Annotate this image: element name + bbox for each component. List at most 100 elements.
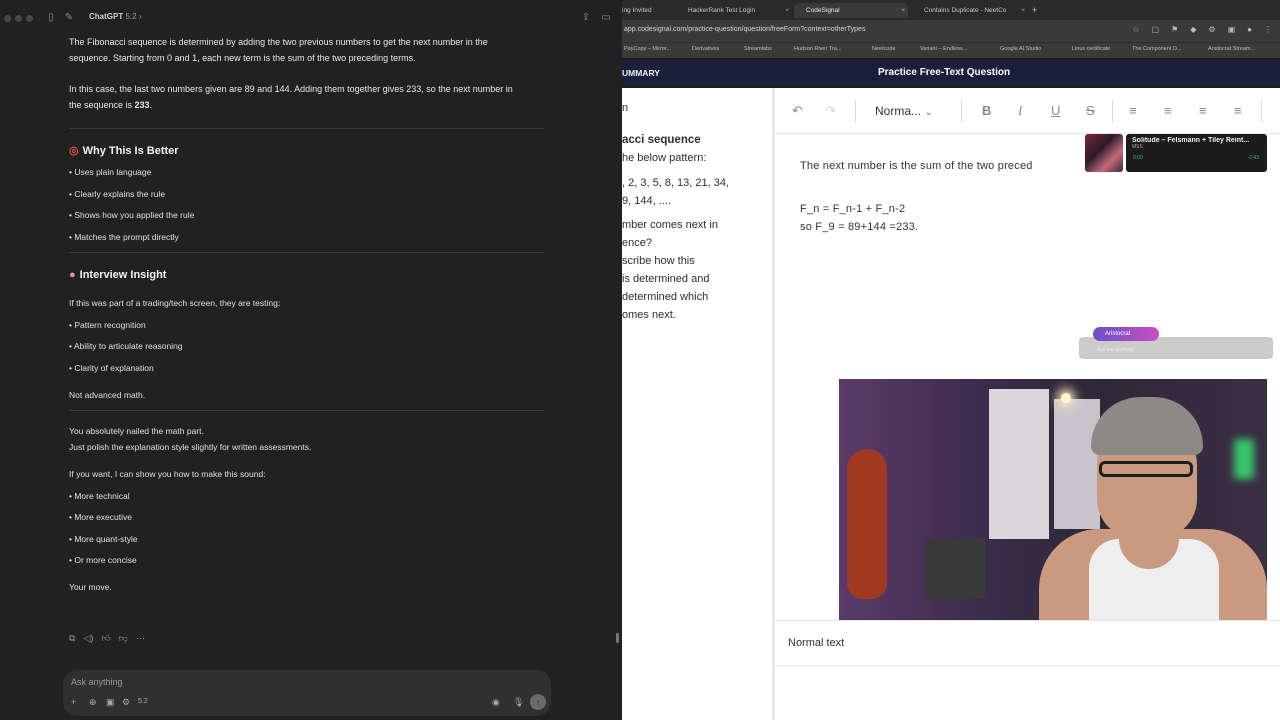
aristocrat-prompt: Ask me anything xyxy=(1097,347,1134,353)
tab-codesignal[interactable]: CodeSignal × xyxy=(794,3,908,18)
microphone-icon[interactable]: 🎙︎ xyxy=(513,697,524,708)
answer-prefix: the sequence is xyxy=(69,100,135,110)
question-line: , 2, 3, 5, 8, 13, 21, 34, xyxy=(622,177,730,189)
more-icon[interactable]: ⋯ xyxy=(136,633,145,644)
tab-neetcode[interactable]: Contains Duplicate - NeetCo × xyxy=(912,3,1028,18)
sidebar-toggle-icon[interactable]: ▯ xyxy=(45,12,57,24)
editor-line[interactable]: so F_9 = 89+144 =233. xyxy=(800,221,918,233)
divider xyxy=(69,252,544,253)
url-text[interactable]: app.codesignal.com/practice-question/que… xyxy=(624,26,865,33)
editor-line[interactable]: The next number is the sum of the two pr… xyxy=(800,160,1033,172)
question-line: omes next. xyxy=(622,309,676,321)
globe-icon[interactable]: ⊕ xyxy=(89,697,97,708)
thumbs-down-icon[interactable]: 👎︎ xyxy=(119,633,128,644)
question-line: 9, 144, .... xyxy=(622,195,671,207)
chatgpt-window: ▯ ✎ ChatGPT 5.2 › ⇪ ▭ The Fibonacci sequ… xyxy=(0,0,622,720)
offer-text: If you want, I can show you how to make … xyxy=(69,469,266,479)
address-bar[interactable]: app.codesignal.com/practice-question/que… xyxy=(622,20,1280,42)
message-actions: ⧉ ◁) 👍︎ 👎︎ ⋯ xyxy=(69,633,145,644)
target-icon: ◎ xyxy=(69,145,79,157)
thumbs-up-icon[interactable]: 👍︎ xyxy=(101,633,110,644)
voice-mode-icon[interactable]: ◉ xyxy=(492,697,500,708)
question-line: he below pattern: xyxy=(622,152,707,164)
read-aloud-icon[interactable]: ◁) xyxy=(83,633,93,644)
align-justify-icon[interactable]: ≡ xyxy=(1234,103,1242,118)
question-line: is determined and xyxy=(622,273,710,285)
tab-hackerrank[interactable]: HackerRank Test Login × xyxy=(676,3,792,18)
extension-icon[interactable]: ▢ xyxy=(1152,25,1160,34)
model-selector[interactable]: ChatGPT 5.2 › xyxy=(89,12,142,21)
toolbar-separator xyxy=(855,100,856,122)
bookmark-item[interactable]: Variant – Endless... xyxy=(920,46,967,52)
scrollbar[interactable] xyxy=(616,633,619,643)
bookmark-item[interactable]: The Component D... xyxy=(1132,46,1182,52)
composer[interactable]: Ask anything + ⊕ ▣ ⚙ 5.2 ◉ 🎙︎ ↑ xyxy=(63,670,551,716)
close-window-button[interactable] xyxy=(4,15,11,22)
toolbar-separator xyxy=(1112,100,1113,122)
align-center-icon[interactable]: ≡ xyxy=(1164,103,1172,118)
minimize-window-button[interactable] xyxy=(15,15,22,22)
new-tab-button[interactable]: + xyxy=(1028,3,1044,18)
list-item: • More technical xyxy=(69,490,130,501)
redo-icon[interactable]: ↷ xyxy=(825,103,836,119)
close-tab-icon[interactable]: × xyxy=(1021,3,1025,18)
zoom-window-button[interactable] xyxy=(26,15,33,22)
list-item: • Clearly explains the rule xyxy=(69,188,166,199)
bookmark-item[interactable]: Google AI Studio xyxy=(1000,46,1041,52)
insight-heading: ● Interview Insight xyxy=(69,267,544,283)
bookmark-item[interactable]: Aristocrat Stream... xyxy=(1208,46,1278,52)
answer-paragraph: In this case, the last two numbers given… xyxy=(69,81,544,113)
bold-icon[interactable]: B xyxy=(982,103,991,118)
webcam-person-glasses xyxy=(1099,461,1193,477)
bookmark-item[interactable]: Streamlabs xyxy=(744,46,772,52)
editor-line[interactable]: F_n = F_n-1 + F_n-2 xyxy=(800,203,905,215)
plus-icon[interactable]: + xyxy=(71,697,76,707)
brain-icon: ● xyxy=(69,269,76,281)
image-icon[interactable]: ▣ xyxy=(106,697,115,708)
tab-invited[interactable]: ing Invited xyxy=(622,3,674,18)
align-right-icon[interactable]: ≡ xyxy=(1199,103,1207,118)
why-heading: ◎ Why This Is Better xyxy=(69,143,544,159)
copy-icon[interactable]: ⧉ xyxy=(69,633,75,644)
bookmark-item[interactable]: Neetcode xyxy=(872,46,896,52)
bookmark-star-icon[interactable]: ☆ xyxy=(1132,25,1139,34)
aristocrat-badge[interactable]: Aristocrat xyxy=(1093,327,1159,341)
question-line: determined which xyxy=(622,291,709,303)
new-chat-icon[interactable]: ✎ xyxy=(63,12,75,24)
app-title: ChatGPT xyxy=(89,12,124,21)
list-item: • Shows how you applied the rule xyxy=(69,210,195,220)
bookmark-item[interactable]: Derivatives xyxy=(692,46,719,52)
share-icon[interactable]: ⇪ xyxy=(580,12,592,24)
close-tab-icon[interactable]: × xyxy=(901,3,905,18)
extension-icon[interactable]: ◆ xyxy=(1190,25,1196,34)
summary-link[interactable]: UMMARY xyxy=(622,68,660,78)
underline-icon[interactable]: U xyxy=(1051,103,1060,118)
send-icon[interactable]: ↑ xyxy=(530,694,546,710)
window-icon[interactable]: ▭ xyxy=(600,12,612,24)
close-tab-icon[interactable]: × xyxy=(785,3,789,18)
align-left-icon[interactable]: ≡ xyxy=(1129,103,1137,118)
italic-icon[interactable]: I xyxy=(1018,103,1022,119)
question-heading: acci sequence xyxy=(622,134,701,146)
aristocrat-assistant-widget[interactable]: Ask me anything Aristocrat xyxy=(1079,327,1273,359)
undo-icon[interactable]: ↶ xyxy=(792,103,803,119)
extension-icon[interactable]: ▣ xyxy=(1228,25,1236,34)
now-playing-widget[interactable]: Solitude – Felsmann + Tiley Reint... MSS… xyxy=(1085,134,1267,172)
answer-value: 233 xyxy=(134,100,150,110)
profile-icon[interactable]: ● xyxy=(1247,25,1252,34)
extension-icon[interactable]: ⚙ xyxy=(1208,25,1215,34)
webcam-overlay xyxy=(839,379,1267,620)
strikethrough-icon[interactable]: S xyxy=(1086,103,1095,118)
bookmark-item[interactable]: PayCopy – Mirror... xyxy=(624,46,671,52)
composer-placeholder[interactable]: Ask anything xyxy=(71,677,123,687)
bookmark-item[interactable]: Linux certificate xyxy=(1072,46,1110,52)
footer-format-label: Normal text xyxy=(788,637,845,649)
list-item: • Or more concise xyxy=(69,555,137,565)
model-version: 5.2 xyxy=(125,12,137,21)
text-format-select[interactable]: Norma... ⌄ xyxy=(867,98,949,124)
bookmark-item[interactable]: Hudson River Tra... xyxy=(794,46,841,52)
extension-icon[interactable]: ⚑ xyxy=(1171,25,1178,34)
tools-icon[interactable]: ⚙ xyxy=(122,697,130,708)
composer-model-version[interactable]: 5.2 xyxy=(138,698,148,705)
menu-icon[interactable]: ⋮ xyxy=(1264,25,1272,34)
